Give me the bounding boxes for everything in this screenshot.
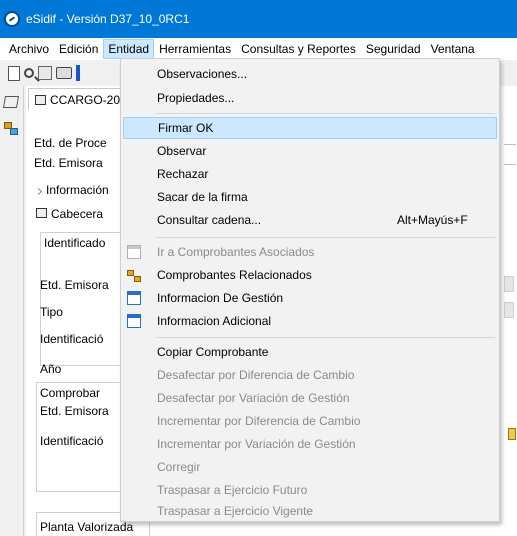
menu-item-desafectar-var-gestion[interactable]: Desafectar por Variación de Gestión — [123, 387, 497, 409]
menu-item-ir-comprobantes-asociados[interactable]: Ir a Comprobantes Asociados — [123, 241, 497, 263]
label-etd-emisora: Etd. Emisora — [34, 156, 103, 170]
window-icon — [127, 245, 141, 259]
menu-item-informacion-gestion[interactable]: Informacion De Gestión — [123, 287, 497, 309]
label-comprobar: Comprobar — [40, 386, 101, 400]
field-edge — [504, 164, 516, 165]
menu-item-incrementar-dif-cambio[interactable]: Incrementar por Diferencia de Cambio — [123, 410, 497, 432]
search-icon[interactable] — [24, 68, 34, 78]
menu-edicion[interactable]: Edición — [54, 39, 103, 59]
menu-item-observar[interactable]: Observar — [123, 140, 497, 162]
menu-consultas-reportes[interactable]: Consultas y Reportes — [236, 39, 361, 59]
menu-item-traspasar-futuro[interactable]: Traspasar a Ejercicio Futuro — [123, 479, 497, 501]
app-logo-icon — [4, 11, 20, 27]
menu-item-sacar-firma[interactable]: Sacar de la firma — [123, 186, 497, 208]
lookup-button[interactable] — [504, 302, 514, 318]
menu-item-corregir[interactable]: Corregir — [123, 456, 497, 478]
section-informacion[interactable]: Información — [34, 183, 109, 197]
related-docs-icon — [127, 268, 141, 282]
cabecera-icon — [36, 208, 47, 218]
menu-item-propiedades[interactable]: Propiedades... — [123, 87, 497, 109]
toolbar-overflow-icon[interactable] — [76, 65, 80, 81]
label-planta-valorizada: Planta Valorizada — [40, 520, 134, 534]
label-identificacion-2: Identificació — [40, 434, 104, 448]
menu-separator — [155, 237, 495, 238]
menu-item-consultar-cadena[interactable]: Consultar cadena... Alt+Mayús+F — [123, 209, 497, 231]
label-etd-proceso: Etd. de Proce — [34, 136, 107, 150]
shortcut-consultar-cadena: Alt+Mayús+F — [397, 213, 468, 227]
label-identificacion: Identificació — [40, 332, 104, 346]
menu-seguridad[interactable]: Seguridad — [361, 39, 426, 59]
menu-item-traspasar-vigente[interactable]: Traspasar a Ejercicio Vigente — [123, 500, 497, 522]
menu-item-comprobantes-relacionados[interactable]: Comprobantes Relacionados — [123, 264, 497, 286]
folder-icon[interactable] — [508, 428, 516, 440]
label-anio: Año — [40, 362, 62, 376]
field-edge — [504, 144, 516, 145]
restore-icon[interactable] — [2, 96, 20, 108]
label-tipo: Tipo — [40, 305, 63, 319]
tab-cabecera[interactable]: Cabecera — [36, 207, 103, 221]
save-icon[interactable] — [38, 66, 52, 80]
menu-item-observaciones[interactable]: Observaciones... — [123, 63, 497, 85]
title-bar: eSidif - Versión D37_10_0RC1 — [0, 0, 517, 38]
tree-view-icon[interactable] — [4, 122, 18, 135]
menu-separator — [155, 337, 495, 338]
menu-item-informacion-adicional[interactable]: Informacion Adicional — [123, 310, 497, 332]
tab-document-title: CCARGO-20 — [50, 92, 121, 107]
window-icon — [127, 291, 141, 305]
menu-entidad[interactable]: Entidad — [103, 39, 155, 59]
menu-item-firmar-ok[interactable]: Firmar OK — [123, 117, 497, 139]
label-etd-emisora-2: Etd. Emisora — [40, 278, 109, 292]
menu-bar: Archivo Edición Entidad Herramientas Con… — [0, 38, 517, 60]
new-document-icon[interactable] — [8, 65, 20, 81]
window-icon — [127, 314, 141, 328]
menu-archivo[interactable]: Archivo — [4, 39, 54, 59]
label-etd-emisora-3: Etd. Emisora — [40, 404, 109, 418]
chevron-right-icon — [34, 187, 43, 196]
lookup-button[interactable] — [504, 276, 514, 292]
menu-ventana[interactable]: Ventana — [426, 39, 480, 59]
print-icon[interactable] — [56, 67, 72, 79]
menu-herramientas[interactable]: Herramientas — [154, 39, 236, 59]
window-title: eSidif - Versión D37_10_0RC1 — [26, 12, 190, 26]
label-identificado: Identificado — [44, 236, 106, 250]
menu-item-copiar-comprobante[interactable]: Copiar Comprobante — [123, 341, 497, 363]
menu-separator — [155, 113, 495, 114]
left-side-strip — [0, 86, 24, 536]
document-print-icon — [35, 94, 46, 105]
menu-item-incrementar-var-gestion[interactable]: Incrementar por Variación de Gestión — [123, 433, 497, 455]
entidad-dropdown-menu: Observaciones... Propiedades... Firmar O… — [120, 58, 500, 522]
menu-item-rechazar[interactable]: Rechazar — [123, 163, 497, 185]
menu-item-desafectar-dif-cambio[interactable]: Desafectar por Diferencia de Cambio — [123, 364, 497, 386]
